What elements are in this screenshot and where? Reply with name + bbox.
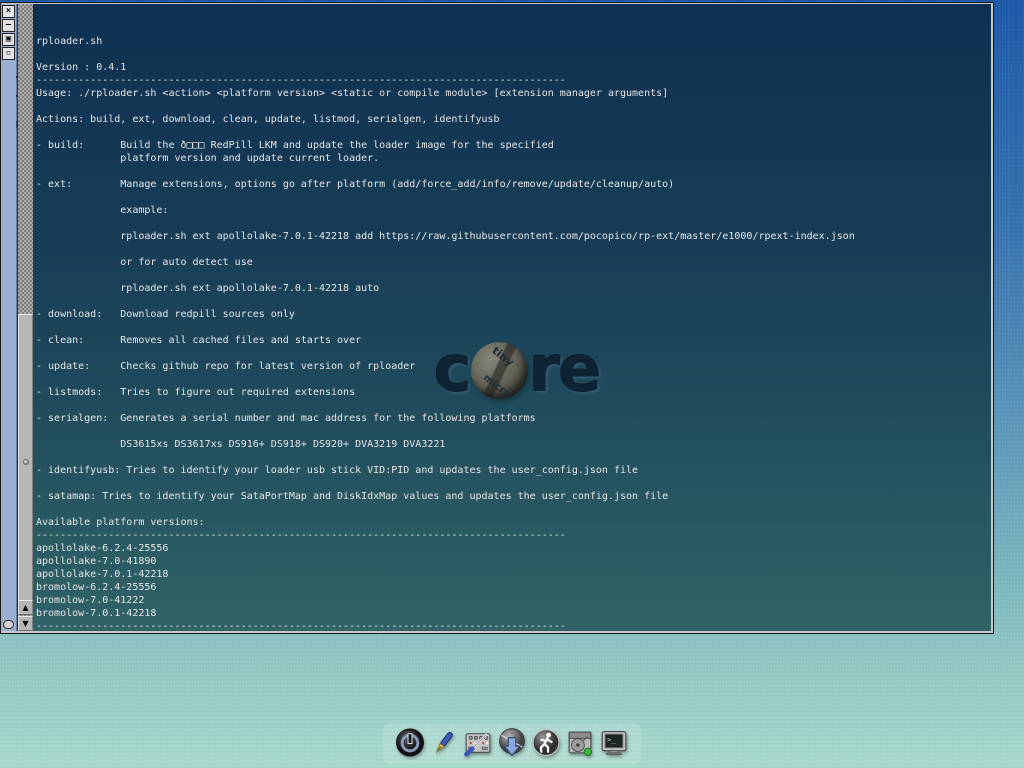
terminal-line: example:: [36, 204, 991, 217]
terminal-line: Available platform versions:: [36, 516, 991, 529]
terminal-line: - download: Download redpill sources onl…: [36, 308, 991, 321]
terminal-screen[interactable]: c tiny micro re rploader.shVersion : 0.4…: [33, 4, 991, 631]
mount-tool-icon[interactable]: [565, 727, 596, 758]
scrollbar-thumb[interactable]: [18, 314, 33, 604]
terminal-line: [36, 477, 991, 490]
scroll-up-icon[interactable]: ▲: [18, 600, 33, 615]
terminal-line: - ext: Manage extensions, options go aft…: [36, 178, 991, 191]
maximize-icon[interactable]: ▣: [2, 33, 15, 46]
terminal-text: rploader.shVersion : 0.4.1--------------…: [33, 4, 991, 631]
terminal-line: [36, 425, 991, 438]
terminal-line: - serialgen: Generates a serial number a…: [36, 412, 991, 425]
terminal-line: bromolow-7.0.1-42218: [36, 607, 991, 620]
terminal-line: - update: Checks github repo for latest …: [36, 360, 991, 373]
minimize-icon[interactable]: –: [2, 19, 15, 32]
control-panel-icon[interactable]: [463, 727, 494, 758]
terminal-line: Usage: ./rploader.sh <action> <platform …: [36, 87, 991, 100]
desktop: { "window": { "title": "Terminal", "butt…: [0, 0, 1024, 768]
terminal-line: apollolake-7.0-41890: [36, 555, 991, 568]
terminal-line: [36, 243, 991, 256]
terminal-line: [36, 295, 991, 308]
terminal-line: [36, 165, 991, 178]
terminal-line: [36, 126, 991, 139]
close-icon[interactable]: ×: [2, 5, 15, 18]
terminal-line: [36, 503, 991, 516]
window-titlebar[interactable]: × – ▣ ▫ Terminal: [1, 4, 17, 631]
terminal-scrollbar[interactable]: ▲ ▼: [18, 4, 33, 631]
terminal-line: rploader.sh ext apollolake-7.0.1-42218 a…: [36, 230, 991, 243]
terminal-line: Version : 0.4.1: [36, 61, 991, 74]
terminal-line: [36, 347, 991, 360]
shade-icon[interactable]: ▫: [2, 47, 15, 60]
terminal-line: DS3615xs DS3617xs DS916+ DS918+ DS920+ D…: [36, 438, 991, 451]
terminal-line: [36, 269, 991, 282]
terminal-line: or for auto detect use: [36, 256, 991, 269]
power-icon[interactable]: [395, 727, 426, 758]
terminal-line: [36, 217, 991, 230]
terminal-line: bromolow-7.0-41222: [36, 594, 991, 607]
scroll-down-icon[interactable]: ▼: [18, 616, 33, 631]
terminal-line: apollolake-7.0.1-42218: [36, 568, 991, 581]
terminal-line: [36, 451, 991, 464]
apps-icon[interactable]: [497, 727, 528, 758]
run-icon[interactable]: [531, 727, 562, 758]
terminal-output: rploader.shVersion : 0.4.1--------------…: [36, 35, 991, 631]
terminal-window: × – ▣ ▫ Terminal ▲ ▼ c tiny micro re rpl…: [0, 2, 994, 634]
terminal-line: - identifyusb: Tries to identify your lo…: [36, 464, 991, 477]
pen-icon[interactable]: [429, 727, 460, 758]
terminal-line: - clean: Removes all cached files and st…: [36, 334, 991, 347]
terminal-line: ----------------------------------------…: [36, 529, 991, 542]
terminal-line: apollolake-6.2.4-25556: [36, 542, 991, 555]
terminal-line: Actions: build, ext, download, clean, up…: [36, 113, 991, 126]
dock: >_: [383, 723, 642, 764]
terminal-line: ----------------------------------------…: [36, 620, 991, 631]
terminal-line: bromolow-6.2.4-25556: [36, 581, 991, 594]
svg-text:>_: >_: [607, 735, 616, 744]
terminal-line: - listmods: Tries to figure out required…: [36, 386, 991, 399]
terminal-line: - build: Build the ð□□□ RedPill LKM and …: [36, 139, 991, 152]
terminal-line: - satamap: Tries to identify your SataPo…: [36, 490, 991, 503]
terminal-line: platform version and update current load…: [36, 152, 991, 165]
terminal-line: [36, 48, 991, 61]
scrollbar-thumb-dimple: [23, 459, 29, 465]
terminal-line: [36, 399, 991, 412]
terminal-line: rploader.sh ext apollolake-7.0.1-42218 a…: [36, 282, 991, 295]
terminal-line: [36, 191, 991, 204]
terminal-line: rploader.sh: [36, 35, 991, 48]
titlebar-menu-button[interactable]: [3, 620, 14, 629]
terminal-line: [36, 100, 991, 113]
terminal-icon[interactable]: >_: [599, 727, 630, 758]
terminal-line: [36, 321, 991, 334]
titlebar-buttons: × – ▣ ▫: [2, 5, 15, 60]
terminal-line: ----------------------------------------…: [36, 74, 991, 87]
terminal-line: [36, 373, 991, 386]
